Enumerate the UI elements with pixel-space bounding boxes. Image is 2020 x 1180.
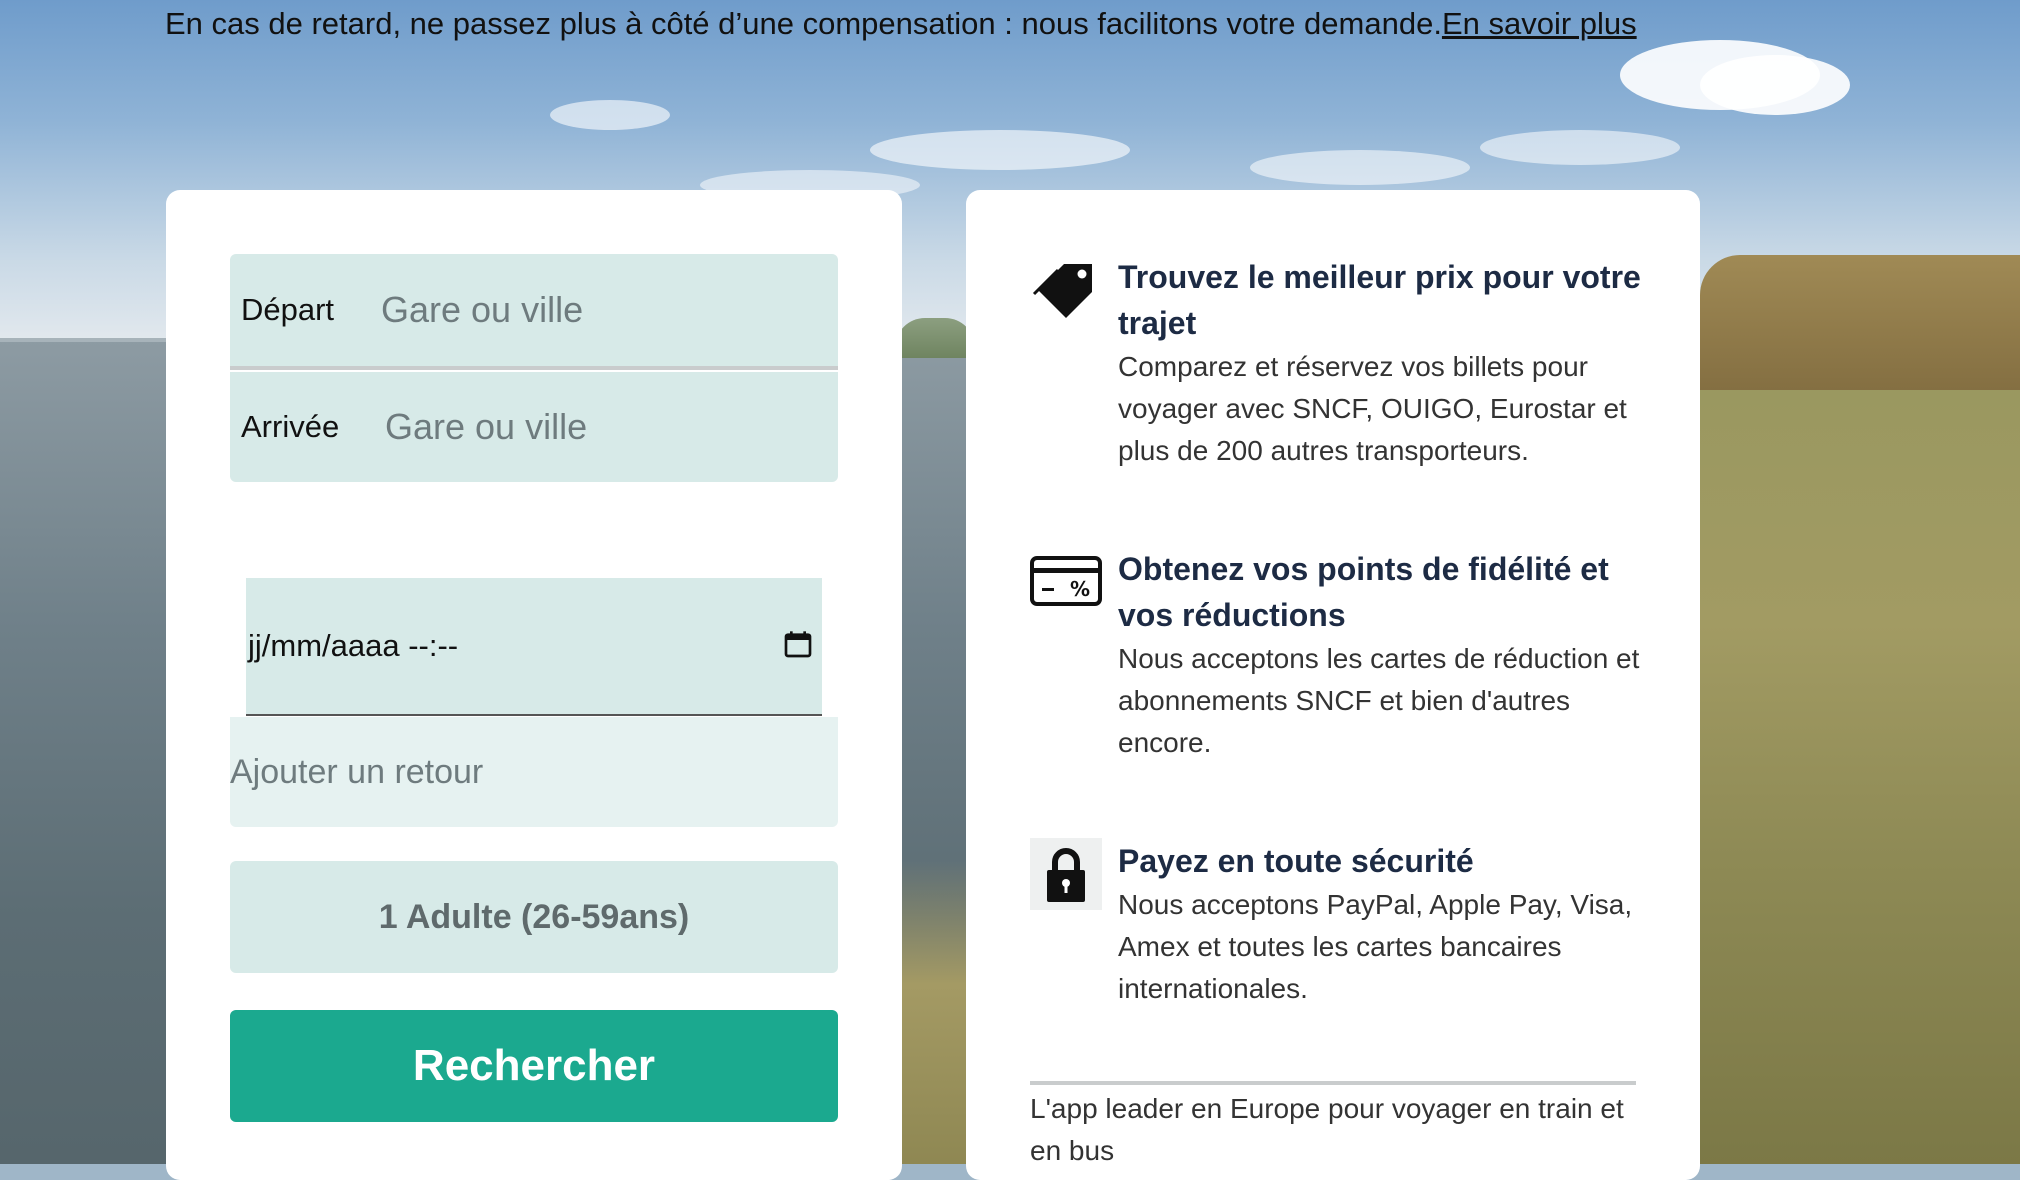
calendar-icon[interactable] — [782, 628, 814, 660]
feature-text: Comparez et réservez vos billets pour vo… — [1118, 351, 1627, 466]
passengers-selector[interactable]: 1 Adulte (26-59ans) — [230, 861, 838, 973]
departure-placeholder[interactable]: Gare ou ville — [381, 289, 583, 331]
price-tag-icon — [1032, 264, 1092, 318]
coastal-town — [895, 318, 975, 358]
arrival-field[interactable]: Arrivée Gare ou ville — [230, 372, 838, 482]
cloud — [550, 100, 670, 130]
banner-text: En cas de retard, ne passez plus à côté … — [165, 6, 1442, 41]
cloud — [1250, 150, 1470, 185]
app-tagline: L'app leader en Europe pour voyager en t… — [1030, 1093, 1624, 1166]
add-return-button[interactable]: Ajouter un retour — [230, 717, 838, 827]
discount-card-icon: % — [1030, 556, 1102, 606]
departure-label: Départ — [241, 292, 335, 327]
padlock-icon — [1030, 838, 1102, 910]
cloud — [870, 130, 1130, 170]
search-button[interactable]: Rechercher — [230, 1010, 838, 1122]
delay-compensation-banner: En cas de retard, ne passez plus à côté … — [165, 6, 1637, 42]
features-divider — [1030, 1081, 1636, 1085]
fields-divider — [230, 366, 838, 370]
feature-title: Payez en toute sécurité — [1118, 843, 1474, 879]
svg-text:%: % — [1070, 577, 1090, 601]
departure-field[interactable]: Départ Gare ou ville — [230, 254, 838, 366]
feature-title: Trouvez le meilleur prix pour votre traj… — [1118, 259, 1641, 341]
arrival-placeholder[interactable]: Gare ou ville — [385, 406, 587, 448]
add-return-label: Ajouter un retour — [230, 752, 484, 791]
datetime-value: jj/mm/aaaa --:-- — [248, 628, 459, 663]
grass — [1700, 390, 2020, 1164]
feature-text: Nous acceptons les cartes de réduction e… — [1118, 643, 1640, 758]
arrival-label: Arrivée — [241, 409, 340, 444]
cloud — [1700, 55, 1850, 115]
feature-title: Obtenez vos points de fidélité et vos ré… — [1118, 551, 1609, 633]
feature-text: Nous acceptons PayPal, Apple Pay, Visa, … — [1118, 889, 1633, 1004]
cloud — [1480, 130, 1680, 165]
departure-datetime-input[interactable]: jj/mm/aaaa --:-- — [246, 578, 822, 716]
learn-more-link[interactable]: En savoir plus — [1442, 6, 1637, 41]
